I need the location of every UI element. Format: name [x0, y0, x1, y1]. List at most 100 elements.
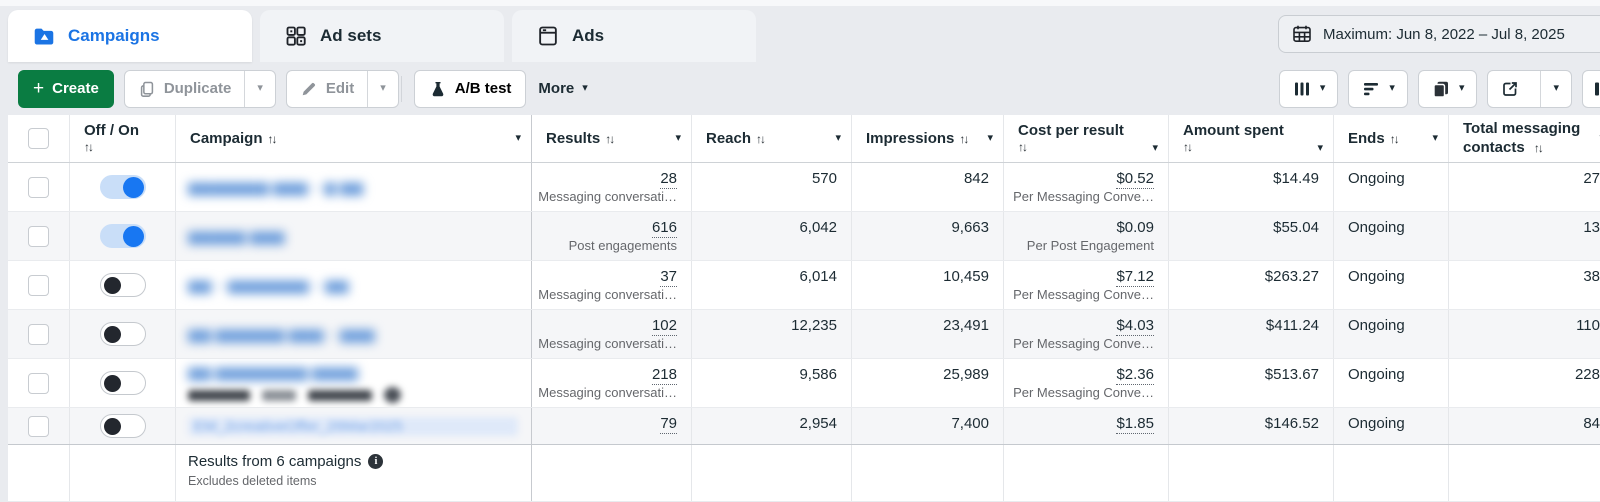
sort-icon: ↑↓: [959, 131, 969, 146]
breakdown-icon: [1361, 79, 1381, 99]
column-header-off-on[interactable]: Off / On ↑↓: [70, 115, 176, 162]
impressions-value: 25,989: [852, 359, 1004, 407]
cost-type-label: Per Messaging Conve…: [1013, 385, 1154, 400]
reach-value: 2,954: [692, 408, 852, 444]
row-checkbox[interactable]: [28, 323, 49, 345]
cost-per-result-value[interactable]: $2.36: [1116, 366, 1154, 385]
caret-down-icon[interactable]: ▾: [1152, 143, 1158, 154]
table-row: ▆▆ – ▆▆▆▆▆▆▆ – ▆▆ 37 Messaging conversati…: [8, 261, 1600, 310]
ends-value: Ongoing: [1334, 212, 1449, 260]
amount-spent-value: $146.52: [1169, 408, 1334, 444]
cost-type-label: Per Messaging Conve…: [1013, 336, 1154, 351]
duplicate-button[interactable]: Duplicate: [125, 71, 245, 107]
campaign-name-redacted[interactable]: ▆▆▆▆▆ ▆▆▆: [188, 227, 531, 245]
column-header-reach[interactable]: Reach ↑↓ ▾: [692, 115, 852, 162]
reach-value: 9,586: [692, 359, 852, 407]
info-icon[interactable]: i: [368, 454, 384, 469]
row-checkbox[interactable]: [28, 176, 49, 198]
tab-bar: Campaigns Ad sets Ads Maximum: Jun 8, 20…: [0, 6, 1600, 62]
more-button[interactable]: More ▾: [526, 70, 599, 108]
table-row: ▆▆▆▆▆▆▆ ▆▆▆ – ▆ ▆▆ 28 Messaging conversat…: [8, 163, 1600, 212]
results-value[interactable]: 28: [660, 170, 677, 189]
campaign-toggle[interactable]: [99, 224, 146, 248]
campaign-toggle[interactable]: [99, 414, 146, 438]
tab-ad-sets[interactable]: Ad sets: [260, 10, 504, 62]
campaign-toggle[interactable]: [99, 322, 146, 346]
reach-value: 6,042: [692, 212, 852, 260]
column-header-total-messaging-contacts[interactable]: Total messaging contacts ↑↓ ▾: [1449, 115, 1600, 162]
caret-down-icon[interactable]: ▾: [515, 133, 521, 144]
cost-per-result-value[interactable]: $0.52: [1116, 170, 1154, 189]
column-header-campaign[interactable]: Campaign ↑↓ ▾: [176, 115, 532, 162]
charts-icon: [1593, 79, 1600, 99]
column-header-results[interactable]: Results ↑↓ ▾: [532, 115, 692, 162]
export-button[interactable]: [1488, 71, 1532, 107]
select-all-checkbox[interactable]: [28, 128, 49, 149]
column-header-impressions[interactable]: Impressions ↑↓ ▾: [852, 115, 1004, 162]
row-checkbox[interactable]: [28, 372, 49, 394]
results-value[interactable]: 616: [651, 219, 677, 238]
campaign-name-redacted[interactable]: ▆▆ ▆▆▆▆▆▆ ▆▆▆ – ▆▆▆: [188, 325, 531, 343]
caret-down-icon[interactable]: ▾: [1317, 143, 1323, 154]
row-checkbox[interactable]: [28, 225, 49, 247]
columns-button[interactable]: ▾: [1278, 69, 1339, 108]
row-checkbox[interactable]: [28, 415, 49, 437]
ends-header-label: Ends: [1348, 130, 1385, 147]
campaign-toggle[interactable]: [99, 371, 146, 395]
column-header-cost-per-result[interactable]: Cost per result ↑↓ ▾: [1004, 115, 1169, 162]
breakdown-button[interactable]: ▾: [1348, 69, 1408, 108]
ab-test-button[interactable]: A/B test: [413, 69, 527, 108]
impressions-value: 7,400: [852, 408, 1004, 444]
caret-down-icon[interactable]: ▾: [987, 133, 993, 144]
folder-icon: [32, 24, 56, 48]
sort-icon: ↑↓: [605, 131, 615, 146]
results-value[interactable]: 102: [651, 317, 677, 336]
cost-per-result-value[interactable]: $7.12: [1116, 268, 1154, 287]
grid-icon: [284, 24, 308, 48]
export-dropdown[interactable]: ▾: [1540, 70, 1571, 107]
results-value[interactable]: 218: [651, 366, 677, 385]
cost-per-result-value[interactable]: $0.09: [1116, 219, 1154, 236]
row-checkbox[interactable]: [28, 274, 49, 296]
toggle-knob: [103, 374, 121, 392]
campaign-name-redacted[interactable]: EM_2creativeOffer_26Mar2025: [188, 416, 518, 436]
edit-button[interactable]: Edit: [287, 71, 367, 107]
campaign-name-redacted[interactable]: ▆▆ – ▆▆▆▆▆▆▆ – ▆▆: [188, 276, 531, 294]
results-value[interactable]: 37: [660, 268, 677, 287]
column-header-amount-spent[interactable]: Amount spent ↑↓ ▾: [1169, 115, 1334, 162]
ab-test-button-label: A/B test: [454, 80, 512, 97]
campaign-toggle[interactable]: [99, 273, 146, 297]
tab-ads[interactable]: Ads: [512, 10, 756, 62]
cost-per-result-value[interactable]: $4.03: [1116, 317, 1154, 336]
caret-down-icon[interactable]: ▾: [675, 133, 681, 144]
campaign-toggle[interactable]: [99, 175, 146, 199]
amount-spent-value: $55.04: [1169, 212, 1334, 260]
campaign-name-redacted[interactable]: ▆▆▆▆▆▆▆ ▆▆▆ – ▆ ▆▆: [188, 178, 531, 196]
reports-icon: [1431, 79, 1451, 99]
amount-spent-value: $14.49: [1169, 163, 1334, 211]
caret-down-icon[interactable]: ▾: [835, 133, 841, 144]
total-contacts-value: 228: [1574, 366, 1600, 383]
reports-button[interactable]: ▾: [1417, 69, 1478, 108]
create-button[interactable]: + Create: [18, 69, 114, 108]
tab-campaigns[interactable]: Campaigns: [8, 10, 252, 62]
campaign-name-redacted[interactable]: ▆▆ ▆▆▆▆▆▆▆▆ ▆▆▆▆: [188, 363, 531, 381]
duplicate-split-button: Duplicate ▾: [123, 69, 276, 108]
caret-down-icon[interactable]: ▾: [1432, 133, 1438, 144]
column-header-ends[interactable]: Ends ↑↓ ▾: [1334, 115, 1449, 162]
duplicate-button-label: Duplicate: [163, 80, 232, 97]
cost-header-label: Cost per result: [1018, 121, 1124, 139]
campaign-header-label: Campaign: [190, 130, 263, 147]
cost-per-result-value[interactable]: $1.85: [1116, 415, 1154, 434]
date-range-button[interactable]: Maximum: Jun 8, 2022 – Jul 8, 2025: [1278, 15, 1600, 53]
tab-ad-sets-label: Ad sets: [320, 26, 382, 45]
table-header-row: Off / On ↑↓ Campaign ↑↓ ▾ Results ↑↓ ▾ R…: [8, 115, 1600, 163]
duplicate-dropdown[interactable]: ▾: [244, 70, 275, 107]
results-value[interactable]: 79: [660, 415, 677, 434]
cost-type-label: Per Messaging Conve…: [1013, 287, 1154, 302]
pencil-icon: [300, 80, 318, 98]
edit-dropdown[interactable]: ▾: [367, 70, 398, 107]
toggle-knob: [103, 417, 121, 435]
charts-button-partial[interactable]: [1582, 69, 1600, 108]
summary-text: Results from 6 campaigns: [188, 453, 362, 470]
